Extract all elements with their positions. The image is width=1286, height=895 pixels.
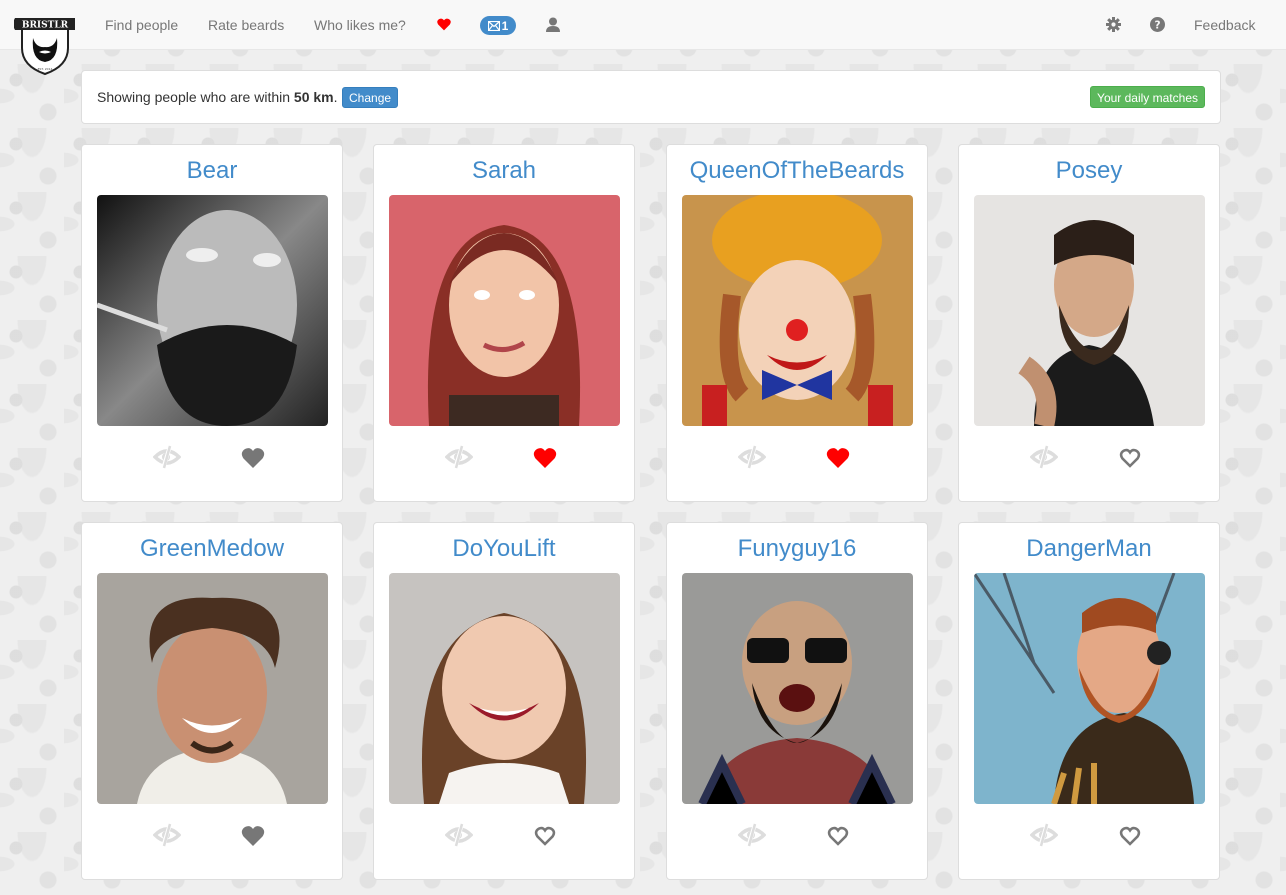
eye-slash-icon — [444, 445, 474, 470]
distance-value: 50 km — [293, 89, 334, 105]
message-count: 1 — [501, 18, 509, 33]
like-button[interactable] — [533, 821, 563, 851]
profile-name[interactable]: Bear — [82, 157, 342, 185]
svg-text:?: ? — [1154, 19, 1160, 31]
eye-slash-icon — [1029, 445, 1059, 470]
profile-name[interactable]: DoYouLift — [374, 535, 634, 563]
hide-button[interactable] — [444, 821, 475, 851]
hide-button[interactable] — [152, 443, 183, 473]
bristlr-logo[interactable]: BRISTLR EST. 2014 — [14, 14, 76, 76]
heart-icon — [533, 448, 557, 468]
like-button[interactable] — [826, 443, 856, 473]
profile-card: Funyguy16 — [666, 522, 928, 880]
profile-photo[interactable] — [97, 573, 328, 804]
heart-icon — [1119, 826, 1141, 846]
heart-icon[interactable] — [437, 18, 451, 31]
nav-find-people[interactable]: Find people — [105, 0, 178, 50]
info-prefix: Showing people who are within — [97, 89, 294, 105]
logo-text: BRISTLR — [22, 21, 69, 31]
heart-icon — [241, 448, 265, 468]
question-icon[interactable]: ? — [1150, 17, 1165, 32]
profile-card: DoYouLift — [373, 522, 635, 880]
messages-badge[interactable]: 1 — [480, 16, 516, 35]
like-button[interactable] — [533, 443, 563, 473]
nav-who-likes-me[interactable]: Who likes me? — [314, 0, 406, 50]
heart-icon — [1119, 448, 1141, 468]
eye-slash-icon — [444, 823, 474, 848]
profile-actions — [959, 821, 1219, 851]
profile-card: Posey — [958, 144, 1220, 502]
profile-actions — [82, 443, 342, 473]
profile-actions — [667, 443, 927, 473]
heart-icon — [241, 826, 265, 846]
profile-photo[interactable] — [682, 195, 913, 426]
envelope-icon — [487, 20, 500, 31]
nav-feedback[interactable]: Feedback — [1194, 0, 1255, 50]
profile-photo[interactable] — [97, 195, 328, 426]
info-suffix: . — [333, 89, 338, 105]
nav-rate-beards[interactable]: Rate beards — [208, 0, 284, 50]
daily-matches-button[interactable]: Your daily matches — [1090, 86, 1205, 108]
profile-photo[interactable] — [974, 573, 1205, 804]
hide-button[interactable] — [1029, 443, 1060, 473]
eye-slash-icon — [737, 823, 767, 848]
like-button[interactable] — [1118, 821, 1148, 851]
svg-text:EST. 2014: EST. 2014 — [38, 67, 53, 71]
profile-name[interactable]: GreenMedow — [82, 535, 342, 563]
profile-actions — [959, 443, 1219, 473]
profile-name[interactable]: Funyguy16 — [667, 535, 927, 563]
gear-icon[interactable] — [1106, 17, 1121, 32]
profile-photo[interactable] — [974, 195, 1205, 426]
profile-name[interactable]: Sarah — [374, 157, 634, 185]
eye-slash-icon — [1029, 823, 1059, 848]
profile-card: DangerMan — [958, 522, 1220, 880]
profile-photo[interactable] — [682, 573, 913, 804]
profile-name[interactable]: QueenOfTheBeards — [667, 157, 927, 185]
profile-card: QueenOfTheBeards — [666, 144, 928, 502]
profile-name[interactable]: Posey — [959, 157, 1219, 185]
like-button[interactable] — [241, 821, 271, 851]
eye-slash-icon — [737, 445, 767, 470]
eye-slash-icon — [152, 445, 182, 470]
navbar: BRISTLR EST. 2014 Find people Rate beard… — [0, 0, 1286, 76]
like-button[interactable] — [1118, 443, 1148, 473]
profile-name[interactable]: DangerMan — [959, 535, 1219, 563]
hide-button[interactable] — [152, 821, 183, 851]
like-button[interactable] — [826, 821, 856, 851]
hide-button[interactable] — [444, 443, 475, 473]
profile-actions — [82, 821, 342, 851]
profile-actions — [374, 443, 634, 473]
hide-button[interactable] — [737, 443, 768, 473]
profile-actions — [667, 821, 927, 851]
profile-actions — [374, 821, 634, 851]
hide-button[interactable] — [737, 821, 768, 851]
heart-icon — [827, 826, 849, 846]
heart-icon — [826, 448, 850, 468]
profile-photo[interactable] — [389, 195, 620, 426]
profile-card: GreenMedow — [81, 522, 343, 880]
hide-button[interactable] — [1029, 821, 1060, 851]
distance-info-text: Showing people who are within 50 km. — [97, 89, 338, 105]
heart-icon — [534, 826, 556, 846]
like-button[interactable] — [241, 443, 271, 473]
profile-photo[interactable] — [389, 573, 620, 804]
change-distance-button[interactable]: Change — [342, 87, 399, 108]
eye-slash-icon — [152, 823, 182, 848]
profile-card: Bear — [81, 144, 343, 502]
user-icon[interactable] — [546, 17, 560, 32]
distance-info-panel: Showing people who are within 50 km. Cha… — [81, 70, 1221, 124]
profile-card: Sarah — [373, 144, 635, 502]
